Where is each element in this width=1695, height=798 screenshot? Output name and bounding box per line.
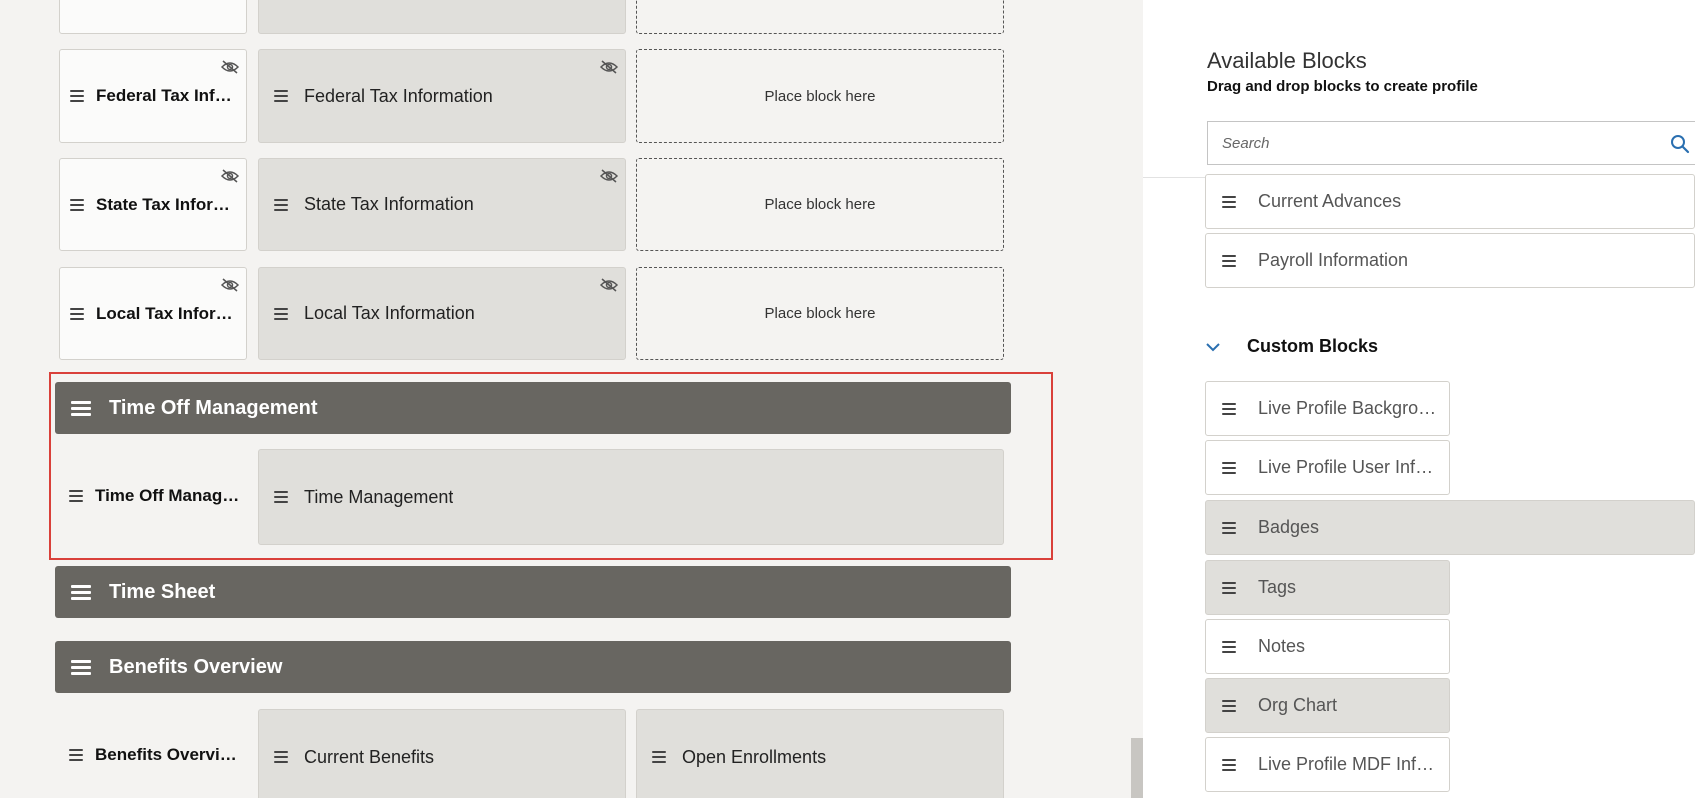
available-block-live-profile-mdf-info[interactable]: Live Profile MDF Inf… xyxy=(1205,737,1450,792)
chevron-down-icon[interactable] xyxy=(1205,342,1221,352)
section-title: Time Off Management xyxy=(109,396,318,419)
drag-handle-icon[interactable] xyxy=(1222,461,1236,474)
block-state-tax-information[interactable]: State Tax Information xyxy=(258,158,626,251)
scrollbar-thumb[interactable] xyxy=(1131,738,1143,798)
drag-handle-icon[interactable] xyxy=(652,751,666,763)
section-time-sheet[interactable]: Time Sheet xyxy=(55,566,1011,618)
eye-slash-icon[interactable] xyxy=(220,59,240,75)
available-block-tags[interactable]: Tags xyxy=(1205,560,1450,615)
search-icon[interactable] xyxy=(1670,134,1690,154)
block-label: Current Benefits xyxy=(304,746,435,767)
block-open-enrollments[interactable]: Open Enrollments xyxy=(636,709,1004,798)
available-block-current-advances[interactable]: Current Advances xyxy=(1205,174,1695,229)
drag-handle-icon[interactable] xyxy=(274,307,288,320)
custom-blocks-header[interactable]: Custom Blocks xyxy=(1205,336,1378,357)
available-block-org-chart[interactable]: Org Chart xyxy=(1205,678,1450,733)
drag-handle-icon[interactable] xyxy=(274,90,288,102)
drag-handle-icon[interactable] xyxy=(1222,402,1236,415)
eye-slash-icon[interactable] xyxy=(220,277,240,293)
drop-zone-label: Place block here xyxy=(764,305,876,322)
block-label: Badges xyxy=(1258,517,1320,537)
block-label: State Tax Information xyxy=(304,194,474,214)
eye-slash-icon[interactable] xyxy=(599,168,619,184)
row-label-text: Local Tax Infor… xyxy=(96,303,233,323)
drag-handle-icon[interactable] xyxy=(69,490,83,502)
block-federal-tax-information[interactable]: Federal Tax Information xyxy=(258,49,626,143)
block-label: Time Management xyxy=(304,486,454,507)
drag-handle-icon[interactable] xyxy=(71,584,91,600)
block-current-benefits[interactable]: Current Benefits xyxy=(258,709,626,798)
drag-handle-icon[interactable] xyxy=(1222,195,1236,208)
block-label: Open Enrollments xyxy=(682,746,827,767)
drag-handle-icon[interactable] xyxy=(1222,699,1236,712)
drag-handle-icon[interactable] xyxy=(69,749,83,761)
row-label-local-tax[interactable]: Local Tax Infor… xyxy=(59,267,247,360)
block-label: Tags xyxy=(1258,577,1297,597)
available-blocks-panel: Available Blocks Drag and drop blocks to… xyxy=(1143,0,1695,798)
drag-handle-icon[interactable] xyxy=(274,198,288,211)
block-label: Current Advances xyxy=(1258,191,1402,211)
drag-handle-icon[interactable] xyxy=(1222,521,1236,534)
row-label-text: Federal Tax Inf… xyxy=(96,86,232,105)
row-label-cell[interactable] xyxy=(59,0,247,34)
block-label: Live Profile User Info… xyxy=(1258,457,1443,477)
block-label: Federal Tax Information xyxy=(304,85,493,106)
section-time-off-management[interactable]: Time Off Management xyxy=(55,382,1011,434)
drag-handle-icon[interactable] xyxy=(1222,640,1236,653)
block-cell[interactable] xyxy=(258,0,626,34)
available-block-badges[interactable]: Badges xyxy=(1205,500,1695,555)
drag-handle-icon[interactable] xyxy=(1222,254,1236,267)
drag-handle-icon[interactable] xyxy=(70,90,84,102)
block-label: Local Tax Information xyxy=(304,303,475,323)
block-label: Payroll Information xyxy=(1258,250,1409,270)
row-label-text: State Tax Infor… xyxy=(96,194,230,214)
eye-slash-icon[interactable] xyxy=(599,59,619,75)
custom-blocks-title: Custom Blocks xyxy=(1247,336,1379,356)
row-label-text: Time Off Manag… xyxy=(95,486,240,505)
block-label: Live Profile MDF Inf… xyxy=(1258,754,1435,774)
available-block-live-profile-background[interactable]: Live Profile Backgro… xyxy=(1205,381,1450,436)
panel-subtitle: Drag and drop blocks to create profile xyxy=(1207,78,1478,95)
row-label-state-tax[interactable]: State Tax Infor… xyxy=(59,158,247,251)
eye-slash-icon[interactable] xyxy=(220,168,240,184)
row-label-benefits[interactable]: Benefits Overvi… xyxy=(59,708,247,798)
section-benefits-overview[interactable]: Benefits Overview xyxy=(55,641,1011,693)
row-label-time-off[interactable]: Time Off Manag… xyxy=(59,449,247,543)
row-label-federal-tax[interactable]: Federal Tax Inf… xyxy=(59,49,247,143)
search-input[interactable] xyxy=(1222,122,1662,164)
drop-zone[interactable]: Place block here xyxy=(636,49,1004,143)
search-box xyxy=(1207,121,1695,165)
drop-zone[interactable]: Place block here xyxy=(636,158,1004,251)
eye-slash-icon[interactable] xyxy=(599,277,619,293)
drag-handle-icon[interactable] xyxy=(274,491,288,503)
drag-handle-icon[interactable] xyxy=(71,400,91,416)
available-block-live-profile-user-info[interactable]: Live Profile User Info… xyxy=(1205,440,1450,495)
drag-handle-icon[interactable] xyxy=(274,751,288,763)
block-label: Live Profile Backgro… xyxy=(1258,398,1437,418)
block-label: Notes xyxy=(1258,636,1306,656)
drop-zone[interactable]: Place block here xyxy=(636,267,1004,360)
profile-layout-canvas: Federal Tax Inf… Federal Tax Information… xyxy=(0,0,1130,798)
drop-zone-label: Place block here xyxy=(764,87,876,105)
block-time-management[interactable]: Time Management xyxy=(258,449,1004,545)
row-label-text: Benefits Overvi… xyxy=(95,745,237,764)
drag-handle-icon[interactable] xyxy=(71,659,91,675)
available-block-notes[interactable]: Notes xyxy=(1205,619,1450,674)
drag-handle-icon[interactable] xyxy=(70,198,84,211)
block-label: Org Chart xyxy=(1258,695,1338,715)
drag-handle-icon[interactable] xyxy=(70,307,84,320)
drag-handle-icon[interactable] xyxy=(1222,758,1236,771)
available-block-payroll-information[interactable]: Payroll Information xyxy=(1205,233,1695,288)
block-local-tax-information[interactable]: Local Tax Information xyxy=(258,267,626,360)
drag-handle-icon[interactable] xyxy=(1222,581,1236,594)
section-title: Time Sheet xyxy=(109,580,216,603)
drop-zone[interactable] xyxy=(636,0,1004,34)
section-title: Benefits Overview xyxy=(109,655,283,678)
drop-zone-label: Place block here xyxy=(764,196,876,213)
panel-title: Available Blocks xyxy=(1207,48,1367,73)
